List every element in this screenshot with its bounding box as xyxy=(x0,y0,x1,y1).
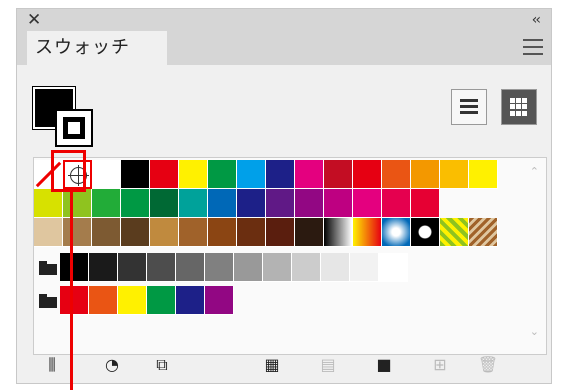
color-swatch[interactable] xyxy=(89,253,118,282)
swatch-row xyxy=(34,189,440,218)
color-swatch[interactable] xyxy=(208,189,237,218)
color-group-basic xyxy=(34,286,234,315)
pattern-swatch[interactable] xyxy=(411,218,440,247)
color-swatch[interactable] xyxy=(63,218,92,247)
color-swatch[interactable] xyxy=(92,189,121,218)
color-swatch[interactable] xyxy=(179,189,208,218)
pattern-swatch[interactable] xyxy=(440,218,469,247)
tab-swatches[interactable]: スウォッチ xyxy=(27,31,167,65)
scroll-down-icon[interactable]: ⌄ xyxy=(530,325,539,338)
color-swatch[interactable] xyxy=(121,160,150,189)
swatch-grid xyxy=(33,157,547,355)
color-swatch[interactable] xyxy=(89,286,118,315)
color-swatch[interactable] xyxy=(147,286,176,315)
color-swatch[interactable] xyxy=(411,189,440,218)
list-view-button[interactable] xyxy=(451,89,487,125)
color-swatch[interactable] xyxy=(34,189,63,218)
list-view-icon xyxy=(460,99,478,115)
color-swatch[interactable] xyxy=(176,253,205,282)
color-swatch[interactable] xyxy=(379,253,408,282)
color-swatch[interactable] xyxy=(121,218,150,247)
gradient-swatch[interactable] xyxy=(382,218,411,247)
color-swatch[interactable] xyxy=(266,160,295,189)
color-swatch[interactable] xyxy=(411,160,440,189)
gradient-swatch[interactable] xyxy=(324,218,353,247)
collapse-icon[interactable]: ‹‹ xyxy=(532,11,541,29)
color-swatch[interactable] xyxy=(353,189,382,218)
color-swatch[interactable] xyxy=(208,160,237,189)
color-swatch[interactable] xyxy=(60,253,89,282)
swatch-row xyxy=(34,218,498,247)
new-swatch-icon[interactable]: ⊞ xyxy=(429,355,451,375)
folder-icon[interactable] xyxy=(34,286,60,315)
color-swatch[interactable] xyxy=(237,218,266,247)
color-swatch[interactable] xyxy=(234,253,263,282)
fill-stroke-indicator[interactable] xyxy=(33,87,101,155)
color-swatch[interactable] xyxy=(118,253,147,282)
color-swatch[interactable] xyxy=(266,218,295,247)
color-swatch[interactable] xyxy=(150,189,179,218)
swatch-row xyxy=(34,160,498,189)
folder-icon[interactable] xyxy=(34,253,60,282)
close-icon[interactable]: ✕ xyxy=(27,10,41,30)
color-swatch[interactable] xyxy=(179,218,208,247)
color-swatch[interactable] xyxy=(179,160,208,189)
swatch-options-icon[interactable]: ⧉ xyxy=(151,355,173,375)
delete-swatch-icon[interactable]: 🗑 xyxy=(477,355,499,375)
panel-menu-icon[interactable] xyxy=(523,39,543,55)
color-swatch[interactable] xyxy=(118,286,147,315)
thumbnail-view-button[interactable] xyxy=(501,89,537,125)
color-swatch[interactable] xyxy=(176,286,205,315)
gradient-swatch[interactable] xyxy=(353,218,382,247)
color-swatch[interactable] xyxy=(295,189,324,218)
color-swatch[interactable] xyxy=(321,253,350,282)
color-swatch[interactable] xyxy=(324,189,353,218)
swatch-library-menu-icon[interactable]: ▦ xyxy=(261,355,283,375)
bottom-toolbar: ⫼ ◔ ⧉ ▦ ▤ ■ ⊞ 🗑 xyxy=(17,347,551,383)
color-swatch[interactable] xyxy=(150,218,179,247)
color-swatch[interactable] xyxy=(382,189,411,218)
color-swatch[interactable] xyxy=(92,160,121,189)
color-group-grays xyxy=(34,253,408,282)
new-color-group-icon[interactable]: ▤ xyxy=(317,355,339,375)
color-swatch[interactable] xyxy=(382,160,411,189)
color-swatch[interactable] xyxy=(295,160,324,189)
color-swatch[interactable] xyxy=(440,160,469,189)
color-swatch[interactable] xyxy=(350,253,379,282)
pattern-swatch[interactable] xyxy=(469,218,498,247)
swatch-libraries-icon[interactable]: ⫼ xyxy=(41,355,63,375)
color-swatch[interactable] xyxy=(263,253,292,282)
color-swatch[interactable] xyxy=(92,218,121,247)
scroll-up-icon[interactable]: ⌃ xyxy=(530,165,539,178)
color-swatch[interactable] xyxy=(469,160,498,189)
tab-row: スウォッチ xyxy=(17,31,551,65)
panel-titlebar: ✕ ‹‹ xyxy=(17,9,551,31)
swatch-kind-icon[interactable]: ◔ xyxy=(101,355,123,375)
color-swatch[interactable] xyxy=(266,189,295,218)
callout-leader-line xyxy=(70,192,73,390)
color-swatch[interactable] xyxy=(208,218,237,247)
color-swatch[interactable] xyxy=(237,160,266,189)
color-swatch[interactable] xyxy=(237,189,266,218)
swatches-panel: ✕ ‹‹ スウォッチ ⌃ ⌄ ⫼ ◔ ⧉ ▦ ▤ ■ ⊞ 🗑 xyxy=(16,8,552,384)
color-swatch[interactable] xyxy=(147,253,176,282)
color-swatch[interactable] xyxy=(121,189,150,218)
color-swatch[interactable] xyxy=(60,286,89,315)
stroke-swatch[interactable] xyxy=(55,109,93,147)
color-swatch[interactable] xyxy=(324,160,353,189)
color-swatch[interactable] xyxy=(353,160,382,189)
color-swatch[interactable] xyxy=(292,253,321,282)
color-swatch[interactable] xyxy=(34,218,63,247)
color-swatch[interactable] xyxy=(63,189,92,218)
grid-view-icon xyxy=(510,98,528,116)
color-swatch[interactable] xyxy=(205,286,234,315)
color-swatch[interactable] xyxy=(205,253,234,282)
new-color-group-folder-icon[interactable]: ■ xyxy=(373,355,395,375)
color-swatch[interactable] xyxy=(150,160,179,189)
color-swatch[interactable] xyxy=(295,218,324,247)
callout-highlight xyxy=(51,150,86,192)
